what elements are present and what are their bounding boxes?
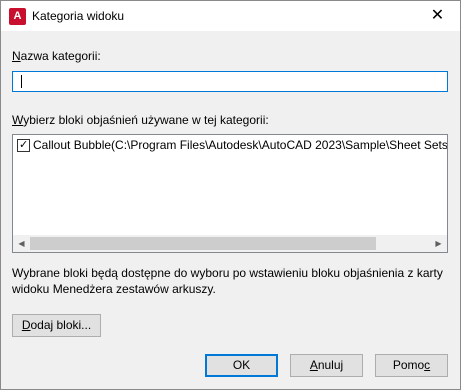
close-icon: ✕: [430, 7, 445, 24]
blocks-label: Wybierz bloki objaśnień używane w tej ka…: [12, 113, 269, 127]
block-label: Callout Bubble(C:\Program Files\Autodesk…: [33, 138, 448, 152]
description-text: Wybrane bloki będą dostępne do wyboru po…: [12, 266, 443, 296]
category-name-input[interactable]: [12, 71, 448, 92]
scrollbar-thumb[interactable]: [30, 237, 376, 250]
help-button[interactable]: Pomoc: [375, 354, 448, 377]
name-label: Nazwa kategorii:: [12, 49, 101, 63]
dialog-window: A Kategoria widoku ✕ Nazwa kategorii: Wy…: [0, 0, 461, 390]
scroll-left-arrow-icon[interactable]: ◀: [13, 235, 30, 252]
scroll-right-arrow-icon[interactable]: ▶: [430, 235, 447, 252]
ok-button[interactable]: OK: [205, 354, 278, 377]
close-button[interactable]: ✕: [415, 1, 460, 31]
checkmark-icon: ✓: [19, 138, 29, 151]
text-caret: [21, 75, 22, 88]
title-bar: A Kategoria widoku ✕: [1, 1, 460, 31]
block-checkbox[interactable]: ✓: [17, 138, 30, 152]
cancel-button[interactable]: Anuluj: [290, 354, 363, 377]
horizontal-scrollbar[interactable]: ◀ ▶: [13, 235, 447, 252]
autocad-app-icon: A: [9, 8, 26, 25]
window-title: Kategoria widoku: [32, 9, 125, 23]
add-blocks-button[interactable]: Dodaj bloki...: [12, 314, 101, 337]
list-item[interactable]: ✓ Callout Bubble(C:\Program Files\Autode…: [15, 137, 448, 153]
callout-blocks-list[interactable]: ✓ Callout Bubble(C:\Program Files\Autode…: [12, 134, 448, 253]
